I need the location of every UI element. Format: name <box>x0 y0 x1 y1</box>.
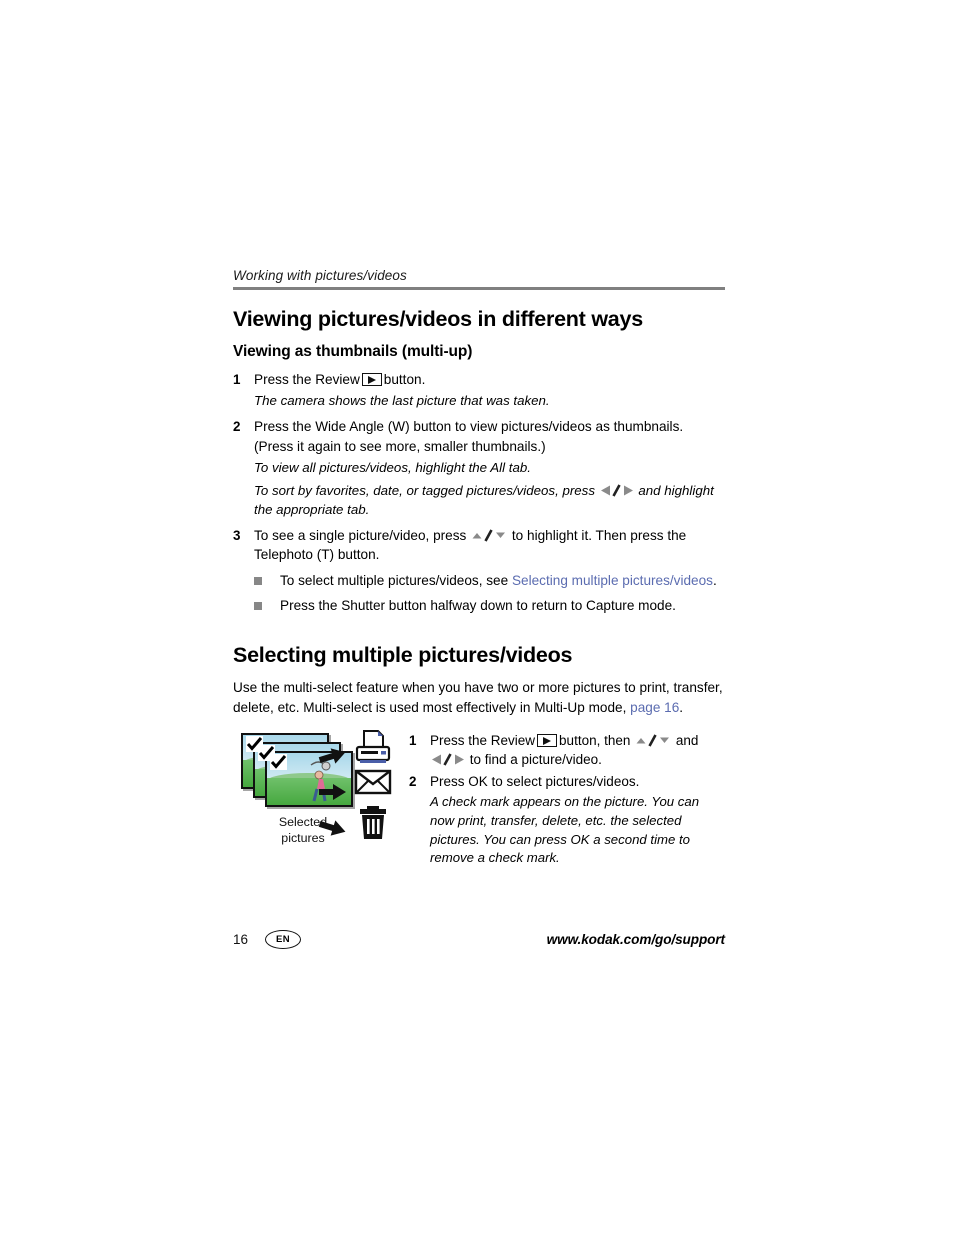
up-down-arrows-icon <box>471 529 507 542</box>
step-2: 2 Press the Wide Angle (W) button to vie… <box>233 417 725 456</box>
step-text-before: To see a single picture/video, press <box>254 527 467 543</box>
running-header: Working with pictures/videos <box>233 268 407 283</box>
figure-step-list: 1 Press the Review button, then and to f… <box>405 729 725 875</box>
bullet-list: To select multiple pictures/videos, see … <box>254 571 725 615</box>
step-text: Press OK to select pictures/videos. <box>430 773 640 789</box>
bullet-item: Press the Shutter button halfway down to… <box>254 596 725 616</box>
up-down-arrows-icon <box>635 734 671 747</box>
trash-icon <box>353 805 405 843</box>
step-number: 1 <box>233 372 241 387</box>
bullet-text-before: To select multiple pictures/videos, see <box>280 573 509 589</box>
note-text-before: To sort by favorites, date, or tagged pi… <box>254 482 595 498</box>
section-title-selecting: Selecting multiple pictures/videos <box>233 642 573 667</box>
section2-intro: Use the multi-select feature when you ha… <box>233 678 725 717</box>
intro-text-after: . <box>679 699 684 715</box>
step-text-after: button. <box>383 372 426 387</box>
step-number: 1 <box>409 733 417 749</box>
header-rule <box>233 287 725 290</box>
printer-icon <box>353 729 405 767</box>
step-2-note-line2: To sort by favorites, date, or tagged pi… <box>254 481 725 519</box>
step-text-before: Press the Review <box>254 372 360 387</box>
left-right-arrows-icon <box>431 753 465 767</box>
step-text: To see a single picture/video, press to … <box>254 526 725 565</box>
figure-step-2-note: A check mark appears on the picture. You… <box>430 793 700 866</box>
bullet-square-icon <box>254 596 280 616</box>
step-number: 3 <box>233 527 241 543</box>
document-page: Working with pictures/videos Viewing pic… <box>233 268 725 875</box>
step-3: 3 To see a single picture/video, press t… <box>233 526 725 565</box>
step-text: Press the Review button, then and to fin… <box>430 731 725 769</box>
review-button-icon <box>361 373 382 386</box>
figure-step-1: 1 Press the Review button, then and to f… <box>409 731 725 769</box>
link-selecting-multiple[interactable]: Selecting multiple pictures/videos <box>512 573 713 588</box>
step-number: 2 <box>233 419 241 435</box>
step-text-before: Press the Review <box>430 733 536 749</box>
left-right-arrows-icon <box>600 484 634 497</box>
step-1-note: The camera shows the last picture that w… <box>254 393 550 409</box>
step-1: 1 Press the Review button. <box>233 370 725 389</box>
bullet-text: To select multiple pictures/videos, see … <box>280 571 717 591</box>
bullet-text-after: . <box>712 573 717 589</box>
step-text-mid: button, then <box>559 733 631 749</box>
section-title-viewing: Viewing pictures/videos in different way… <box>233 307 643 331</box>
page-footer: 16 EN www.kodak.com/go/support <box>233 930 725 949</box>
multi-select-illustration: Selected pictures <box>233 729 405 875</box>
destination-icon-column <box>353 729 405 843</box>
envelope-icon <box>353 767 405 805</box>
step-text-after: to find a picture/video. <box>469 752 602 768</box>
step-text: Press the Review button. <box>254 370 725 389</box>
step-text-and: and <box>675 733 699 749</box>
link-page-16[interactable]: page 16 <box>630 700 679 715</box>
figure-and-steps: Selected pictures 1 Press the Review but… <box>233 729 725 875</box>
bullet-square-icon <box>254 571 280 591</box>
subsection-title-thumbnails: Viewing as thumbnails (multi-up) <box>233 343 473 360</box>
review-button-icon <box>537 734 558 748</box>
figure-step-2: 2 Press OK to select pictures/videos. <box>409 772 725 791</box>
support-url: www.kodak.com/go/support <box>546 932 725 947</box>
language-badge: EN <box>265 930 302 949</box>
page-number: 16 <box>233 932 249 947</box>
bullet-item: To select multiple pictures/videos, see … <box>254 571 725 591</box>
check-mark-icon <box>270 754 287 771</box>
step-number: 2 <box>409 773 417 789</box>
bullet-text: Press the Shutter button halfway down to… <box>280 598 676 614</box>
step-2-note-line1: To view all pictures/videos, highlight t… <box>254 459 531 475</box>
step-text: Press the Wide Angle (W) button to view … <box>254 419 684 454</box>
